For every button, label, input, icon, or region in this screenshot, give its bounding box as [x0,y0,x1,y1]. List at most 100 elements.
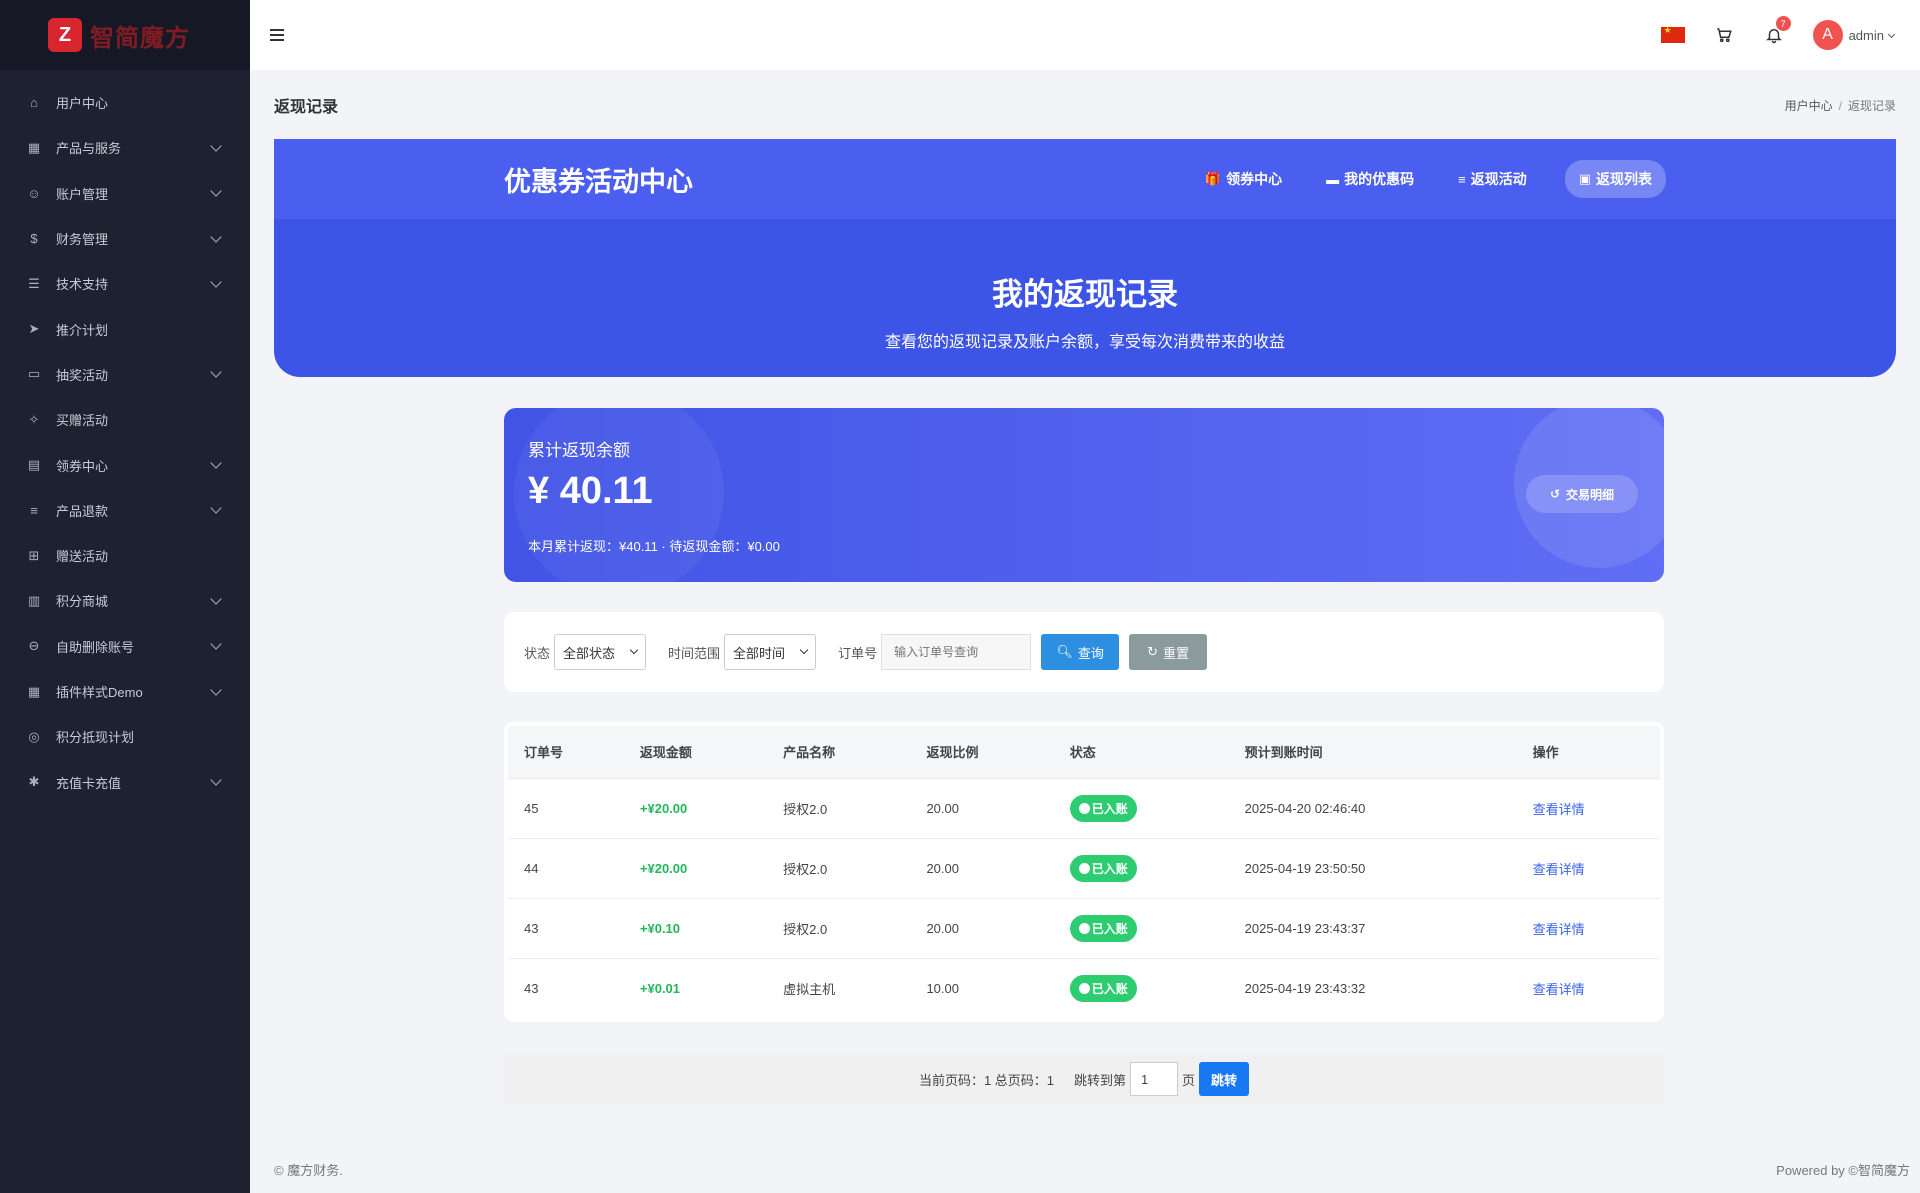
product-cell: 授权2.0 [767,777,911,838]
nav-cashback-list-label: 返现列表 [1596,171,1652,187]
status-select[interactable]: 全部状态 [554,634,647,670]
store-icon: ▥ [27,592,41,608]
sidebar-item-label: 用户中心 [56,96,109,112]
amount-cell: +¥20.00 [623,777,768,838]
sidebar-item[interactable]: ☰ 技术支持 [0,261,250,306]
chevron-down-icon [210,366,222,379]
chevron-down-icon [210,140,222,152]
sidebar-item[interactable]: ✧ 买赠活动 [0,397,250,442]
chevron-down-icon [210,457,222,469]
cashback-amount: +¥20.00 [639,860,688,876]
china-flag-icon[interactable] [1660,25,1685,43]
username[interactable]: admin [1848,27,1896,43]
jump-prefix: 跳转到第 [1074,1072,1127,1088]
sidebar-item[interactable]: ▦ 插件样式Demo [0,669,250,714]
sidebar-item[interactable]: $ 财务管理 [0,216,250,261]
product-cell: 授权2.0 [767,837,911,898]
view-details-link[interactable]: 查看详情 [1533,862,1585,877]
nav-coupon-center-label: 领券中心 [1226,171,1283,187]
product-cell: 授权2.0 [767,897,911,958]
view-details-link[interactable]: 查看详情 [1533,922,1585,937]
jump-button[interactable]: 跳转 [1199,1062,1250,1096]
order-cell: 44 [508,837,624,898]
search-icon: 🔍︎ [1056,644,1073,659]
order-cell: 43 [508,957,624,1018]
sidebar-item-label: 产品与服务 [56,141,122,157]
sidebar-menu: ⌂ 用户中心 ▦ 产品与服务 ☺ 账户管理 $ 财务管理 ☰ 技术支持 ➤ 推介计划 ▭ 抽奖活动 ✧ 买赠活… [0,70,250,805]
sidebar-item[interactable]: ▤ 领券中心 [0,442,250,487]
order-number-input[interactable] [881,634,1032,670]
user-icon: ☺ [27,185,41,201]
cashback-amount: +¥0.10 [639,920,681,936]
nav-cashback-activity-label: 返现活动 [1470,171,1527,187]
status-cell: 已入账 [1053,897,1229,958]
sidebar-item-label: 插件样式Demo [56,685,143,700]
sidebar-item[interactable]: ▭ 抽奖活动 [0,352,250,397]
asterisk-icon: ✱ [28,774,40,790]
sidebar-item[interactable]: ⊞ 赠送活动 [0,533,250,578]
view-details-link[interactable]: 查看详情 [1533,982,1585,997]
nav-cashback-activity[interactable]: ≡ 返现活动 [1458,169,1527,189]
logo[interactable]: Z 智简魔方 [0,0,250,70]
nav-cashback-list[interactable]: ▣ 返现列表 [1564,160,1666,198]
query-button[interactable]: 🔍︎ 查询 [1041,634,1120,670]
sidebar-item-label: 财务管理 [56,232,109,248]
time-cell: 2025-04-19 23:43:37 [1228,897,1517,958]
jump-suffix: 页 [1182,1072,1196,1088]
breadcrumb-item-current: 返现记录 [1847,98,1896,113]
time-cell: 2025-04-19 23:50:50 [1228,837,1517,898]
action-cell: 查看详情 [1516,897,1660,958]
sidebar-item[interactable]: ☺ 账户管理 [0,171,250,216]
transaction-details-button[interactable]: ↺ 交易明细 [1526,475,1638,513]
product-cell: 虚拟主机 [767,957,911,1018]
expected-time: 2025-04-19 23:43:37 [1244,920,1366,936]
sidebar-item-label: 账户管理 [56,186,109,202]
sidebar-item[interactable]: ≡ 产品退款 [0,488,250,533]
breadcrumb-item-home[interactable]: 用户中心 [1785,99,1833,113]
minus-circle-icon: ⊖ [28,638,40,654]
sidebar-item[interactable]: ➤ 推介计划 [0,306,250,351]
sidebar-item[interactable]: ▥ 积分商城 [0,578,250,623]
time-filter-label: 时间范围 [668,645,721,661]
sidebar-item[interactable]: ▦ 产品与服务 [0,125,250,170]
sidebar-item-label: 充值卡充值 [56,775,122,791]
time-range-select[interactable]: 全部时间 [724,634,817,670]
balance-card: 累计返现余额 ¥ 40.11 本月累计返现：¥40.11 · 待返现金额：¥0.… [504,408,1664,582]
username-label: admin [1848,27,1884,43]
send-icon: ➤ [28,321,40,337]
table-row: 43 +¥0.01 虚拟主机 10.00 已入账 2025-04-19 23:43:32 查… [508,957,1660,1018]
check-circle-icon [1078,982,1090,994]
ratio-cell: 20.00 [910,837,1054,898]
avatar[interactable]: A [1812,20,1843,50]
action-cell: 查看详情 [1516,777,1660,838]
chevron-down-icon [210,593,222,605]
view-details-link[interactable]: 查看详情 [1533,802,1585,817]
sidebar-item-label: 赠送活动 [56,549,109,565]
column-header: 操作 [1532,745,1559,761]
reset-button-label: 重置 [1163,645,1190,661]
logo-mark-icon: Z [48,18,82,52]
reset-button[interactable]: ↻ 重置 [1129,634,1208,670]
nav-my-coupons[interactable]: ▬ 我的优惠码 [1326,169,1414,189]
sliders-icon: ≡ [30,502,38,518]
sidebar-item[interactable]: ⊖ 自助删除账号 [0,624,250,669]
cart-icon[interactable] [1713,24,1735,46]
sidebar-item[interactable]: ◎ 积分抵现计划 [0,714,250,759]
history-icon: ↺ [1549,487,1561,501]
chevron-down-icon [210,230,222,243]
page-number-input[interactable]: 1 [1130,1062,1179,1096]
nav-coupon-center[interactable]: 🎁 领券中心 [1205,169,1282,189]
sidebar-item[interactable]: ✱ 充值卡充值 [0,759,250,804]
sidebar-item[interactable]: ⌂ 用户中心 [0,80,250,125]
check-circle-icon [1078,862,1090,874]
bell-icon[interactable]: 7 [1763,16,1791,46]
sidebar-item-label: 技术支持 [56,277,109,293]
ratio-cell: 10.00 [910,957,1054,1018]
time-cell: 2025-04-20 02:46:40 [1228,777,1517,838]
hero-subtitle: 查看您的返现记录及账户余额，享受每次消费带来的收益 [884,334,1285,351]
status-badge: 已入账 [1069,974,1137,1002]
product-name: 授权2.0 [783,861,828,877]
hero-banner: 优惠券活动中心 🎁 领券中心 ▬ 我的优惠码 ≡ 返现活动 ▣ 返现列表 我的返现记录 … [274,139,1896,377]
order-cell: 45 [508,777,624,838]
hamburger-menu-icon[interactable] [270,29,284,41]
